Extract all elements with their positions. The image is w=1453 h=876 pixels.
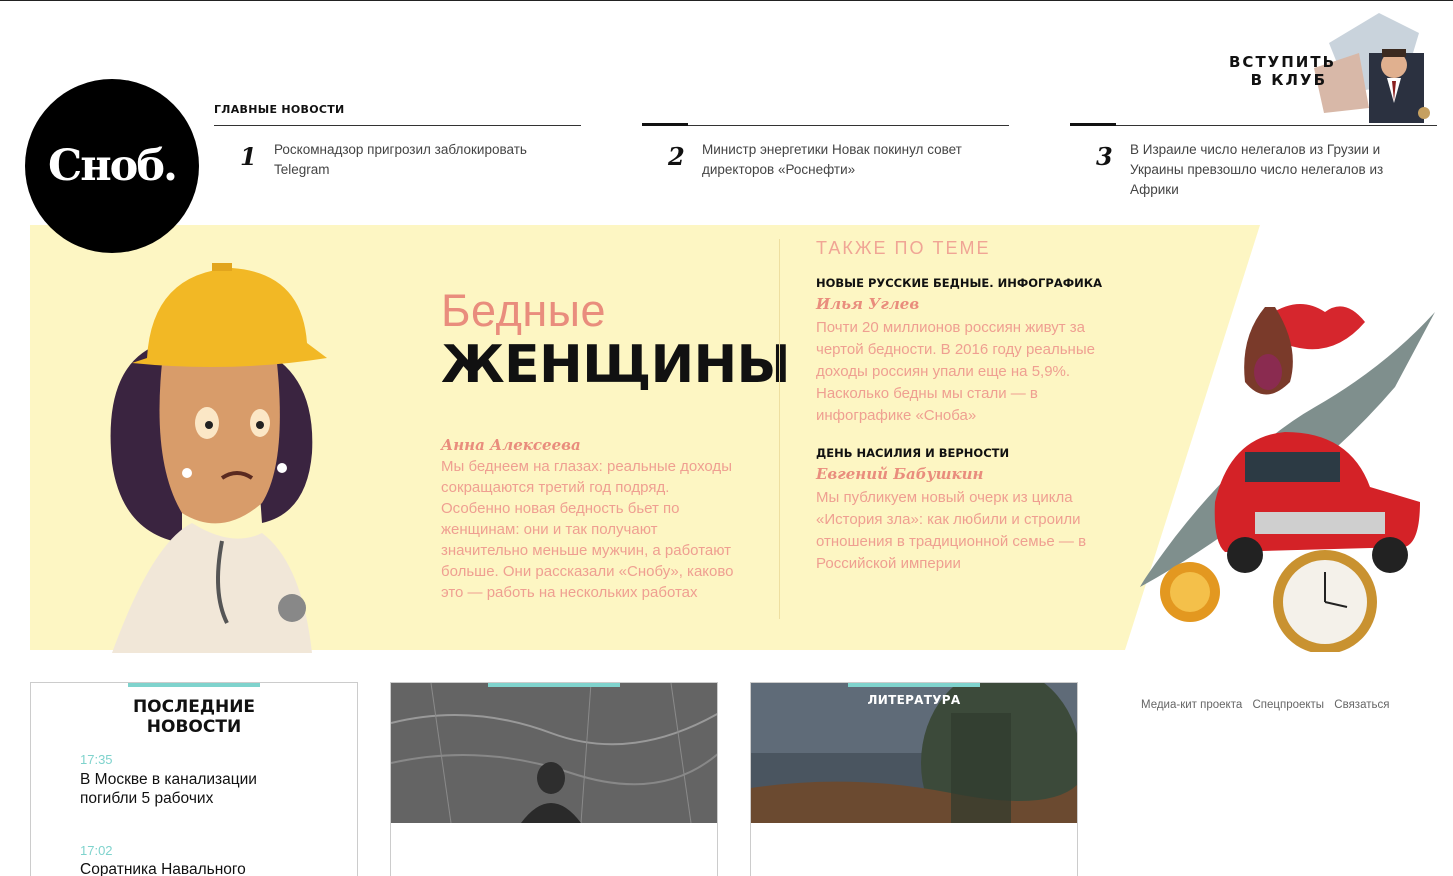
related-article-title[interactable]: НОВЫЕ РУССКИЕ БЕДНЫЕ. ИНФОГРАФИКА <box>816 276 1102 290</box>
latest-news-heading: ПОСЛЕДНИЕ НОВОСТИ <box>132 697 256 737</box>
feature-title[interactable]: ЖЕНЩИНЫ <box>441 335 791 395</box>
footer-links: Медиа-кит проекта Спецпроекты Связаться <box>1141 699 1396 711</box>
top-news-item-1[interactable]: 1 Роскомнадзор пригрозил заблокировать T… <box>214 125 581 177</box>
join-club-button[interactable]: ВСТУПИТЬ В КЛУБ <box>1219 13 1439 128</box>
latest-news-item[interactable]: Соратника Навального <box>80 860 310 876</box>
related-article-text: Мы публикуем новый очерк из цикла «Истор… <box>816 489 1087 572</box>
feature-divider <box>779 239 780 619</box>
literature-card[interactable]: ЛИТЕРАТУРА <box>750 682 1078 876</box>
feature-author[interactable]: Анна Алексеева <box>441 436 581 454</box>
join-club-label[interactable]: ВСТУПИТЬ В КЛУБ <box>1229 53 1334 89</box>
news-number: 1 <box>240 142 257 171</box>
media-kit-link[interactable]: Медиа-кит проекта <box>1141 699 1242 711</box>
contact-link[interactable]: Связаться <box>1334 699 1389 711</box>
news-number: 3 <box>1096 142 1113 171</box>
related-article-text: Почти 20 миллионов россиян живут за черт… <box>816 319 1095 424</box>
special-projects-link[interactable]: Спецпроекты <box>1252 699 1324 711</box>
news-time: 17:02 <box>80 843 113 858</box>
news-title[interactable]: Министр энергетики Новак покинул совет д… <box>702 140 1002 180</box>
feature-illustration <box>110 263 327 653</box>
feature-kicker[interactable]: Бедные <box>441 285 606 337</box>
feature-lead: Мы беднеем на глазах: реальные доходы со… <box>441 458 734 601</box>
related-heading: ТАКЖЕ ПО ТЕМЕ <box>816 238 991 258</box>
literature-category-label[interactable]: ЛИТЕРАТУРА <box>751 693 1077 707</box>
related-article-title[interactable]: ДЕНЬ НАСИЛИЯ И ВЕРНОСТИ <box>816 446 1009 460</box>
article-card-image <box>391 683 717 823</box>
news-number: 2 <box>668 142 685 171</box>
related-article-author[interactable]: Илья Углев <box>816 295 919 313</box>
news-title[interactable]: Роскомнадзор пригрозил заблокировать Tel… <box>274 140 574 180</box>
latest-news-card: ПОСЛЕДНИЕ НОВОСТИ 17:35 В Москве в канал… <box>30 682 358 876</box>
latest-news-item[interactable]: В Москве в канализации погибли 5 рабочих <box>80 770 310 808</box>
main-news-heading: ГЛАВНЫЕ НОВОСТИ <box>214 103 345 116</box>
related-article-author[interactable]: Евгений Бабушкин <box>816 465 983 483</box>
snob-logo[interactable]: Сноб. <box>25 79 199 253</box>
top-news-item-2[interactable]: 2 Министр энергетики Новак покинул совет… <box>642 123 1009 177</box>
news-title[interactable]: В Израиле число нелегалов из Грузии и Ук… <box>1130 140 1430 200</box>
feature-collage-image <box>1140 304 1435 652</box>
article-card[interactable] <box>390 682 718 876</box>
news-time: 17:35 <box>80 752 113 767</box>
